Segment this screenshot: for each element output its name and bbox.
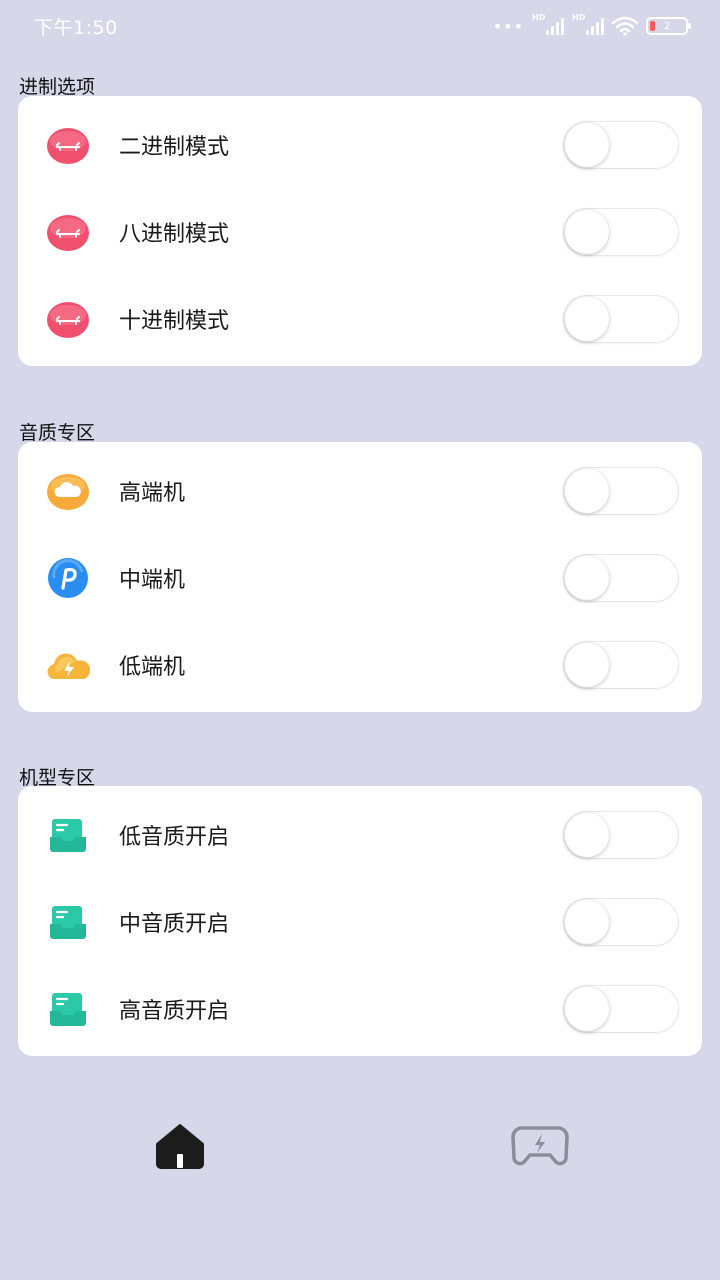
list-item: 低音质开启: [18, 792, 702, 878]
item-label: 低音质开启: [119, 825, 230, 850]
settings-card: 高端机 中端机 低端机: [18, 442, 702, 712]
blue-p-icon: [46, 556, 90, 600]
settings-card: 低音质开启 中音质开启 高音质开启: [18, 786, 702, 1056]
pink-sheep-icon: [46, 210, 90, 254]
item-label: 中音质开启: [119, 912, 230, 937]
list-item: 八进制模式: [18, 189, 702, 275]
list-item: 中端机: [18, 535, 702, 621]
toggle-knob: [565, 469, 609, 513]
list-item: 高端机: [18, 448, 702, 534]
item-label: 低端机: [119, 655, 186, 680]
list-item: 中音质开启: [18, 879, 702, 965]
item-label: 中端机: [119, 568, 186, 593]
item-label: 高端机: [119, 481, 186, 506]
settings-card: 二进制模式 八进制模式 十进制模式: [18, 96, 702, 366]
list-item: 十进制模式: [18, 276, 702, 362]
toggle-switch[interactable]: [564, 986, 678, 1032]
toggle-knob: [565, 813, 609, 857]
toggle-switch[interactable]: [564, 209, 678, 255]
teal-inbox-icon: [46, 987, 90, 1031]
cloud-icon: [46, 469, 90, 513]
pink-sheep-icon: [46, 123, 90, 167]
list-item: 高音质开启: [18, 966, 702, 1052]
item-label: 八进制模式: [119, 222, 230, 247]
toggle-switch[interactable]: [564, 122, 678, 168]
signal-dots-icon: •••: [492, 16, 524, 36]
item-label: 二进制模式: [119, 135, 230, 160]
toggle-knob: [565, 556, 609, 600]
bottom-nav: [0, 1100, 720, 1200]
toggle-knob: [565, 123, 609, 167]
item-label: 十进制模式: [119, 309, 230, 334]
signal-strength-icon: HD: [572, 13, 604, 35]
hd-label: HD: [572, 13, 586, 22]
status-icons: ••• HD HD 2: [492, 13, 691, 36]
toggle-knob: [565, 210, 609, 254]
toggle-switch[interactable]: [564, 812, 678, 858]
pink-sheep-icon: [46, 297, 90, 341]
status-time: 下午1:50: [34, 16, 118, 39]
toggle-knob: [565, 900, 609, 944]
list-item: 二进制模式: [18, 102, 702, 188]
gamepad-icon[interactable]: [510, 1124, 570, 1168]
section-title: 音质专区: [19, 422, 96, 444]
toggle-knob: [565, 643, 609, 687]
toggle-switch[interactable]: [564, 555, 678, 601]
battery-level: 2: [663, 20, 671, 32]
teal-inbox-icon: [46, 813, 90, 857]
battery-icon: 2: [646, 17, 691, 35]
toggle-knob: [565, 297, 609, 341]
status-bar: 下午1:50 ••• HD HD 2: [0, 0, 720, 52]
lightning-cloud-icon: [46, 643, 90, 687]
toggle-switch[interactable]: [564, 296, 678, 342]
toggle-knob: [565, 987, 609, 1031]
teal-inbox-icon: [46, 900, 90, 944]
signal-strength-icon: HD: [532, 13, 564, 35]
home-icon[interactable]: [153, 1122, 207, 1170]
toggle-switch[interactable]: [564, 468, 678, 514]
toggle-switch[interactable]: [564, 642, 678, 688]
item-label: 高音质开启: [119, 999, 230, 1024]
toggle-switch[interactable]: [564, 899, 678, 945]
section-title: 进制选项: [19, 76, 96, 98]
list-item: 低端机: [18, 622, 702, 708]
wifi-icon: [612, 16, 638, 36]
hd-label: HD: [532, 13, 546, 22]
